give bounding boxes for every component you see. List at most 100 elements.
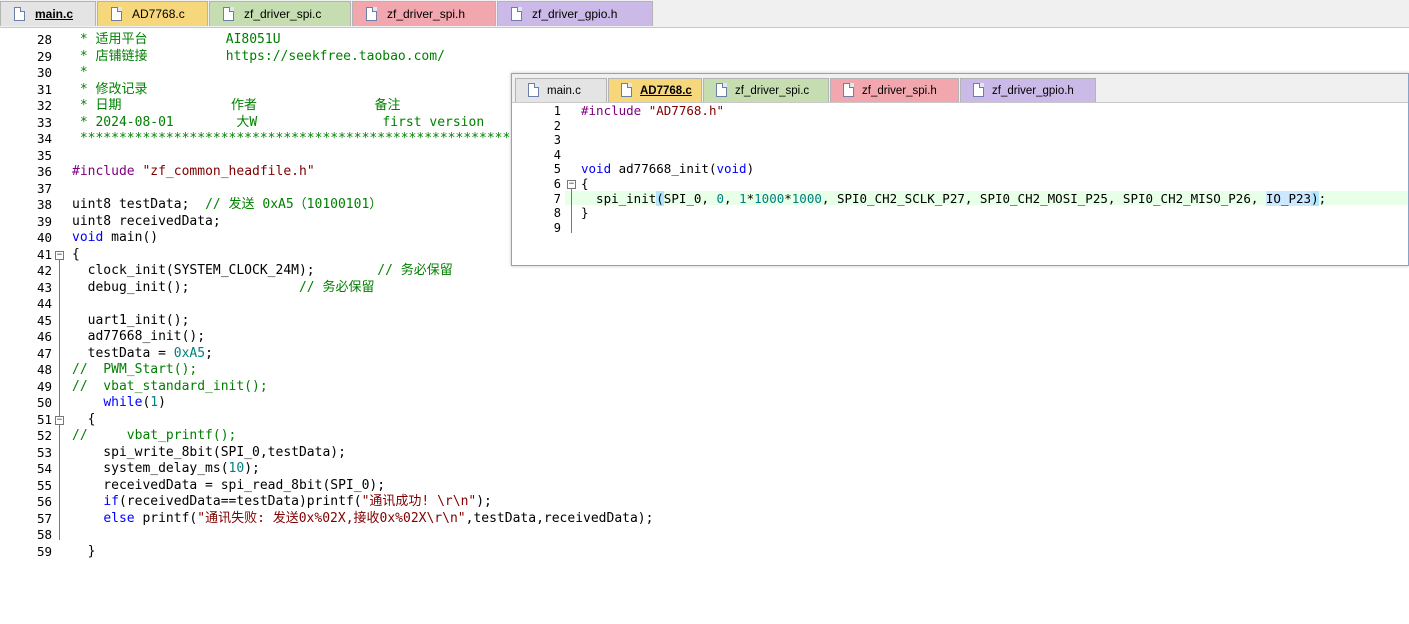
code-token: main(): [103, 230, 159, 245]
code-line[interactable]: * 修改记录: [72, 82, 148, 99]
code-line[interactable]: debug_init(); // 务必保留: [72, 279, 375, 297]
code-token: void: [581, 161, 612, 177]
code-token: 1000: [791, 190, 822, 206]
line-number: 42: [36, 263, 52, 278]
fold-toggle[interactable]: −: [567, 180, 576, 189]
line-number: 51: [36, 411, 52, 427]
tab-zf-driver-gpio-h[interactable]: zf_driver_gpio.h: [960, 78, 1096, 102]
tab-main-c[interactable]: main.c: [0, 1, 96, 26]
code-line[interactable]: void main(): [72, 230, 158, 247]
code-line[interactable]: uart1_init();: [72, 313, 190, 330]
code-token: #include: [581, 103, 649, 118]
code-token: spi_init: [581, 190, 657, 206]
code-line[interactable]: testData = 0xA5;: [72, 346, 213, 363]
tab-zf-driver-spi-c[interactable]: zf_driver_spi.c: [703, 78, 829, 102]
code-token: clock_init(SYSTEM_CLOCK_24M);: [72, 263, 378, 278]
tab-zf-driver-spi-h[interactable]: zf_driver_spi.h: [352, 1, 496, 26]
code-line[interactable]: // PWM_Start();: [72, 362, 197, 379]
code-token: * 店铺链接 https://seekfree.taobao.com/: [72, 48, 445, 64]
code-line[interactable]: ad77668_init();: [72, 329, 205, 346]
code-line[interactable]: #include "AD7768.h": [581, 103, 724, 119]
code-token: #include: [72, 164, 143, 179]
code-token: *: [72, 65, 88, 80]
code-line[interactable]: *: [72, 65, 88, 82]
line-number: 5: [553, 162, 561, 177]
tab-zf-driver-spi-c[interactable]: zf_driver_spi.c: [209, 1, 351, 26]
tab-main-c[interactable]: main.c: [515, 78, 607, 102]
code-token: 1: [150, 395, 159, 410]
code-line[interactable]: // vbat_printf();: [72, 428, 236, 445]
code-token: debug_init();: [72, 279, 299, 295]
code-token: (: [656, 190, 664, 206]
ad7768-floating-window[interactable]: main.c AD7768.c zf_driver_spi.c zf_driver_s…: [511, 73, 1409, 266]
tab-label: AD7768.c: [640, 85, 692, 97]
code-line[interactable]: * 日期 作者 备注: [72, 98, 401, 115]
main-line-gutter: 28 29 30 31 32 33 34 35 36 37 38 39 40 41 42 43 44 45 46 47…: [0, 28, 70, 559]
code-line[interactable]: {: [581, 176, 589, 192]
line-number: 45: [36, 312, 52, 328]
code-token: ): [158, 395, 166, 410]
code-token: , SPI0_CH2_SCLK_P27, SPI0_CH2_MOSI_P25, …: [821, 190, 1266, 206]
float-line-gutter: 1 2 3 4 5 6 7 8 9 −: [512, 103, 580, 624]
tab-ad7768-c[interactable]: AD7768.c: [608, 78, 702, 102]
code-line[interactable]: void ad77668_init(void): [581, 162, 754, 177]
code-token: *: [784, 190, 792, 206]
tab-zf-driver-gpio-h[interactable]: zf_driver_gpio.h: [497, 1, 653, 26]
line-number: 4: [553, 147, 561, 162]
code-line[interactable]: * 适用平台 AI8051U: [72, 32, 281, 49]
code-line[interactable]: spi_init(SPI_0, 0, 1*1000*1000, SPI0_CH2…: [581, 190, 1327, 207]
code-token: while: [103, 395, 143, 410]
code-line[interactable]: receivedData = spi_read_8bit(SPI_0);: [72, 478, 385, 495]
code-token: ;: [205, 345, 213, 361]
fold-toggle[interactable]: −: [55, 415, 64, 425]
code-line[interactable]: system_delay_ms(10);: [72, 461, 260, 478]
line-number: 7: [553, 191, 561, 206]
tab-label: zf_driver_spi.c: [244, 7, 322, 21]
code-line[interactable]: }: [72, 544, 96, 561]
line-number: 41: [36, 246, 52, 262]
code-token: // vbat_printf();: [72, 428, 237, 443]
code-token: if: [103, 494, 119, 509]
code-line[interactable]: uint8 testData; // 发送 0xA5（10100101）: [72, 197, 382, 214]
float-tab-bar: main.c AD7768.c zf_driver_spi.c zf_driver_s…: [512, 74, 1408, 103]
code-line[interactable]: {: [72, 247, 80, 264]
tab-ad7768-c[interactable]: AD7768.c: [97, 1, 208, 26]
main-tab-bar: main.c AD7768.c zf_driver_spi.c zf_driver_s…: [0, 0, 1409, 28]
code-line[interactable]: {: [72, 412, 96, 429]
file-icon: [716, 83, 727, 97]
code-token: ****************************************…: [72, 131, 558, 146]
line-number: 57: [36, 510, 52, 526]
code-line[interactable]: // vbat_standard_init();: [72, 379, 268, 396]
code-line[interactable]: #include "zf_common_headfile.h": [72, 164, 315, 181]
code-line[interactable]: clock_init(SYSTEM_CLOCK_24M); // 务必保留: [72, 263, 453, 280]
file-icon: [528, 83, 539, 97]
code-token: 0xA5: [173, 345, 206, 361]
code-line[interactable]: * 店铺链接 https://seekfree.taobao.com/: [72, 49, 445, 66]
code-line[interactable]: spi_write_8bit(SPI_0,testData);: [72, 445, 346, 462]
code-line[interactable]: ****************************************…: [72, 131, 557, 148]
tab-label: AD7768.c: [132, 7, 185, 21]
code-token: ad77668_init();: [72, 329, 206, 344]
code-token: IO_P23: [1265, 190, 1312, 206]
line-number: 28: [36, 32, 52, 47]
float-editor[interactable]: 1 2 3 4 5 6 7 8 9− #include "AD7768.h" void ad776…: [512, 103, 1408, 265]
code-line[interactable]: uint8 receivedData;: [72, 214, 221, 231]
code-token: ;: [1318, 190, 1327, 206]
file-icon: [14, 7, 25, 21]
line-number: 52: [36, 428, 52, 443]
tab-zf-driver-spi-h[interactable]: zf_driver_spi.h: [830, 78, 959, 102]
code-line[interactable]: }: [581, 205, 589, 221]
code-line[interactable]: * 2024-08-01 大W first version: [72, 115, 484, 132]
line-number: 49: [36, 378, 52, 394]
code-line[interactable]: while(1): [72, 395, 166, 412]
line-number: 32: [36, 98, 52, 113]
fold-toggle[interactable]: −: [55, 250, 64, 260]
tab-label: zf_driver_spi.c: [735, 85, 810, 97]
code-line[interactable]: if(receivedData==testData)printf("通讯成功! …: [72, 494, 492, 511]
code-token: 10: [228, 461, 245, 476]
line-number: 34: [36, 131, 52, 146]
line-number: 36: [36, 164, 52, 179]
code-token: // PWM_Start();: [72, 362, 198, 377]
line-number: 1: [553, 104, 561, 118]
